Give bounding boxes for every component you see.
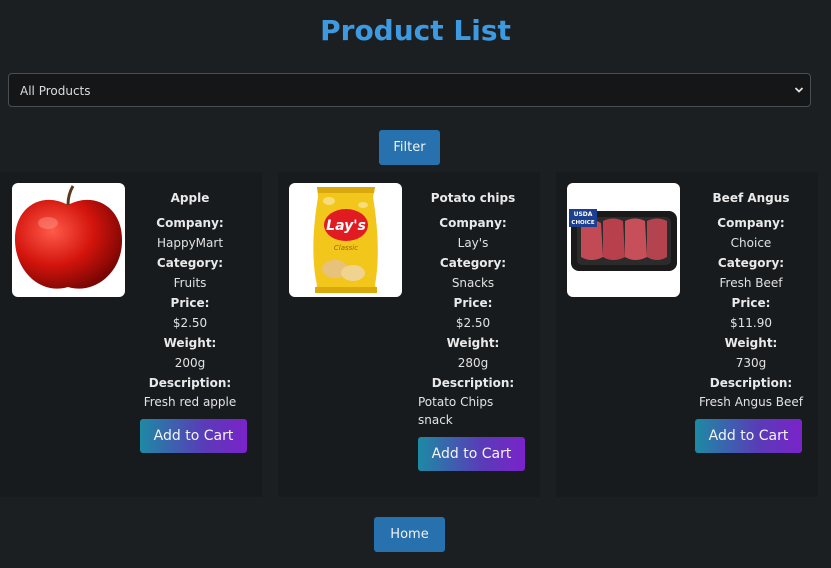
product-name: Potato chips (430, 191, 516, 205)
company-label: Company: (717, 216, 785, 230)
price-value: $2.50 (455, 316, 491, 330)
category-value: Snacks (451, 276, 495, 290)
product-card-potato-chips: Lay's Classic Potato chips Company: Lay'… (278, 172, 540, 497)
product-card-beef-angus: USDA CHOICE Beef Angus Company: Choice C… (556, 172, 818, 497)
category-label: Category: (156, 256, 224, 270)
company-value: Lay's (457, 236, 489, 250)
add-to-cart-button[interactable]: Add to Cart (418, 437, 525, 471)
description-label: Description: (431, 376, 515, 390)
product-info: Beef Angus Company: Choice Category: Fre… (695, 191, 807, 411)
filter-button[interactable]: Filter (379, 130, 440, 165)
description-label: Description: (709, 376, 793, 390)
category-label: Category: (439, 256, 507, 270)
weight-label: Weight: (724, 336, 778, 350)
category-value: Fruits (173, 276, 207, 290)
product-info: Apple Company: HappyMart Category: Fruit… (140, 191, 240, 411)
product-name: Beef Angus (712, 191, 790, 205)
chevron-down-icon (794, 87, 804, 93)
category-select-value: All Products (20, 84, 91, 98)
weight-value: 200g (174, 356, 206, 370)
category-select[interactable]: All Products (8, 73, 811, 107)
price-label: Price: (731, 296, 771, 310)
weight-value: 280g (457, 356, 489, 370)
badge-text-choice: CHOICE (571, 220, 594, 226)
apple-image (12, 183, 125, 297)
product-info: Potato chips Company: Lay's Category: Sn… (418, 191, 528, 429)
description-label: Description: (148, 376, 232, 390)
product-name: Apple (170, 191, 210, 205)
weight-value: 730g (735, 356, 767, 370)
home-button[interactable]: Home (374, 517, 445, 552)
category-value: Fresh Beef (719, 276, 783, 290)
weight-label: Weight: (446, 336, 500, 350)
company-value: HappyMart (156, 236, 224, 250)
company-value: Choice (730, 236, 772, 250)
description-value: Fresh red apple (143, 395, 237, 409)
add-to-cart-button[interactable]: Add to Cart (140, 419, 247, 453)
badge-text-usda: USDA (574, 211, 593, 218)
price-label: Price: (453, 296, 493, 310)
page-title: Product List (320, 14, 511, 47)
add-to-cart-button[interactable]: Add to Cart (695, 419, 802, 453)
description-value: Potato Chips snack (418, 395, 494, 427)
weight-label: Weight: (163, 336, 217, 350)
price-value: $11.90 (730, 316, 772, 330)
company-label: Company: (156, 216, 224, 230)
brand-logo-text: Lay's (326, 218, 366, 234)
company-label: Company: (439, 216, 507, 230)
price-label: Price: (170, 296, 210, 310)
category-label: Category: (717, 256, 785, 270)
price-value: $2.50 (172, 316, 208, 330)
description-value: Fresh Angus Beef (698, 395, 804, 409)
product-card-apple: Apple Company: HappyMart Category: Fruit… (0, 172, 262, 497)
brand-sub-text: Classic (334, 244, 358, 252)
chips-bag-image: Lay's Classic (289, 183, 402, 297)
beef-tray-image: USDA CHOICE (567, 183, 680, 297)
